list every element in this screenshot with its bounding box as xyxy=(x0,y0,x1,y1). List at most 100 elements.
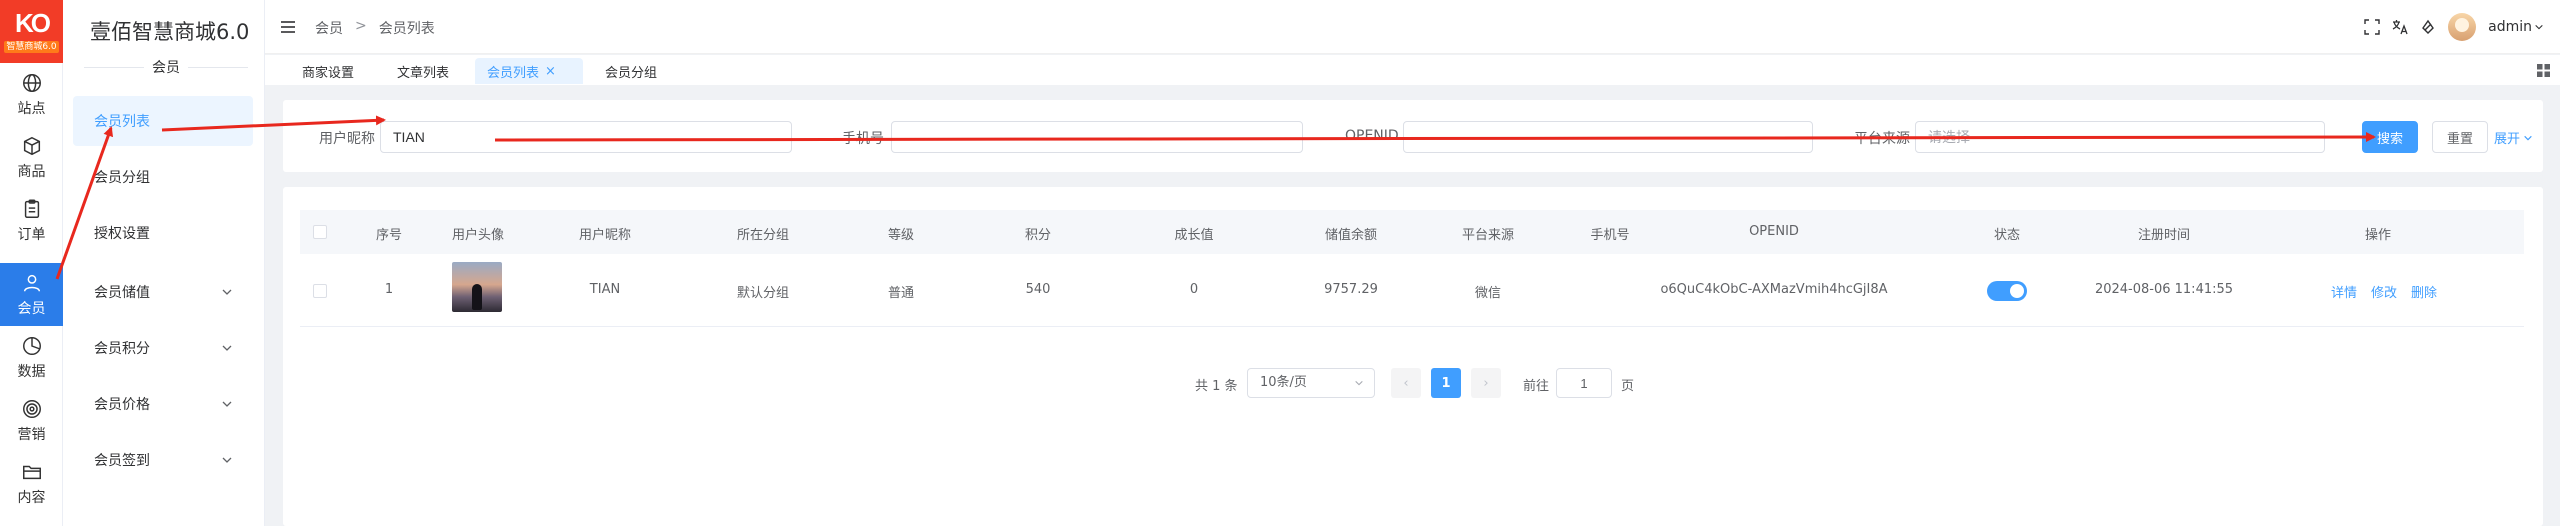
phone-input[interactable] xyxy=(891,121,1303,153)
page-size-select[interactable]: 10条/页 xyxy=(1247,368,1375,398)
close-icon[interactable]: × xyxy=(545,64,556,79)
cell-index: 1 xyxy=(384,282,394,297)
menu-item-member-group[interactable]: 会员分组 xyxy=(73,152,253,202)
nickname-input[interactable] xyxy=(380,121,792,153)
menu-item-label: 会员列表 xyxy=(94,114,150,130)
select-all-checkbox[interactable] xyxy=(313,225,327,239)
reset-button[interactable]: 重置 xyxy=(2432,121,2488,153)
menu-heading: 会员 xyxy=(76,52,256,82)
logo-mark-icon: KO xyxy=(15,8,51,38)
chevron-down-icon xyxy=(222,289,232,295)
search-button[interactable]: 搜索 xyxy=(2362,121,2418,153)
pagination-total: 共 1 条 xyxy=(1195,379,1238,394)
rail-item-marketing[interactable]: 营销 xyxy=(0,389,63,452)
app-logo[interactable]: KO 智慧商城6.0 xyxy=(0,0,63,63)
expand-toggle[interactable]: 展开 xyxy=(2494,128,2533,147)
fullscreen-icon[interactable] xyxy=(2364,19,2380,35)
table-row: 1 TIAN 默认分组 普通 540 0 9757.29 微信 o6QuC4kO… xyxy=(300,254,2524,327)
rail-label: 订单 xyxy=(17,226,46,243)
next-page-button[interactable]: › xyxy=(1471,368,1501,398)
page-jump-input[interactable] xyxy=(1556,368,1612,398)
th-group: 所在分组 xyxy=(736,228,790,243)
menu-item-auth-settings[interactable]: 授权设置 xyxy=(73,208,253,258)
menu-item-label: 会员积分 xyxy=(94,341,150,357)
breadcrumb-separator: > xyxy=(355,18,367,34)
delete-link[interactable]: 删除 xyxy=(2411,282,2437,301)
th-phone: 手机号 xyxy=(1590,228,1630,243)
clipboard-icon xyxy=(24,199,39,218)
avatar[interactable] xyxy=(2448,13,2477,41)
box-icon xyxy=(23,136,40,155)
rail-label: 内容 xyxy=(17,489,46,506)
source-select[interactable] xyxy=(1915,121,2325,153)
chevron-down-icon xyxy=(2524,135,2532,140)
user-avatar-image[interactable] xyxy=(452,262,502,312)
menu-item-member-checkin[interactable]: 会员签到 xyxy=(73,435,253,485)
theme-icon[interactable] xyxy=(2420,19,2436,35)
translate-icon[interactable] xyxy=(2392,19,2408,35)
nickname-label: 用户昵称 xyxy=(319,131,375,147)
chevron-down-icon xyxy=(222,401,232,407)
cell-group: 默认分组 xyxy=(736,286,790,301)
rail-item-members[interactable]: 会员 xyxy=(0,263,63,326)
status-toggle[interactable] xyxy=(1987,281,2027,301)
th-registered: 注册时间 xyxy=(2137,228,2191,243)
menu-item-label: 授权设置 xyxy=(94,226,150,242)
th-openid: OPENID xyxy=(1749,224,1799,239)
page-button-current[interactable]: 1 xyxy=(1431,368,1461,398)
detail-link[interactable]: 详情 xyxy=(2331,282,2357,301)
top-header: 会员 > 会员列表 admin xyxy=(265,0,2560,54)
target-icon xyxy=(22,399,41,418)
menu-item-member-list[interactable]: 会员列表 xyxy=(73,96,253,146)
hamburger-menu-icon[interactable] xyxy=(280,19,296,35)
tab-merchant-settings[interactable]: 商家设置 xyxy=(290,58,366,84)
cell-balance: 9757.29 xyxy=(1324,282,1378,297)
page-unit-label: 页 xyxy=(1621,379,1635,394)
globe-icon xyxy=(22,73,41,92)
tab-article-list[interactable]: 文章列表 xyxy=(385,58,461,84)
brand-title: 壹佰智慧商城6.0 xyxy=(90,20,250,44)
avatar-figure xyxy=(472,284,482,310)
rail-item-goods[interactable]: 商品 xyxy=(0,126,63,189)
menu-item-member-deposit[interactable]: 会员储值 xyxy=(73,267,253,317)
menu-item-member-price[interactable]: 会员价格 xyxy=(73,379,253,429)
rail-item-site[interactable]: 站点 xyxy=(0,63,63,126)
cell-openid: o6QuC4kObC-AXMazVmih4hcGjI8A xyxy=(1660,282,1888,297)
th-balance: 储值余额 xyxy=(1324,228,1378,243)
menu-item-member-points[interactable]: 会员积分 xyxy=(73,323,253,373)
tab-member-list[interactable]: 会员列表 × xyxy=(475,58,583,84)
prev-page-button[interactable]: ‹ xyxy=(1391,368,1421,398)
th-level: 等级 xyxy=(887,228,915,243)
menu-item-label: 会员签到 xyxy=(94,453,150,469)
menu-item-label: 会员分组 xyxy=(94,170,150,186)
goto-label: 前往 xyxy=(1523,379,1550,394)
grid-icon[interactable] xyxy=(2537,64,2550,77)
breadcrumb-item[interactable]: 会员 xyxy=(315,18,343,38)
rail-label: 会员 xyxy=(17,300,46,317)
row-checkbox[interactable] xyxy=(313,284,327,298)
rail-item-data[interactable]: 数据 xyxy=(0,326,63,389)
chevron-down-icon xyxy=(222,345,232,351)
breadcrumb: 会员 > 会员列表 xyxy=(315,18,435,38)
logo-badge: 智慧商城6.0 xyxy=(4,41,59,53)
menu-item-label: 会员储值 xyxy=(94,285,150,301)
openid-input[interactable] xyxy=(1403,121,1813,153)
rail-item-orders[interactable]: 订单 xyxy=(0,189,63,252)
tab-member-group[interactable]: 会员分组 xyxy=(593,58,669,84)
th-index: 序号 xyxy=(375,228,403,243)
menu-item-label: 会员价格 xyxy=(94,397,150,413)
phone-label: 手机号 xyxy=(842,131,884,147)
edit-link[interactable]: 修改 xyxy=(2371,282,2397,301)
th-actions: 操作 xyxy=(2364,228,2392,243)
pie-chart-icon xyxy=(22,336,41,355)
tab-label: 商家设置 xyxy=(302,65,355,81)
rail-label: 商品 xyxy=(17,163,46,180)
header-tools: admin xyxy=(2364,12,2544,42)
username: admin xyxy=(2488,19,2532,35)
user-dropdown[interactable]: admin xyxy=(2488,19,2544,35)
chevron-down-icon xyxy=(1355,380,1363,386)
icon-rail: KO 智慧商城6.0 站点 商品 订单 会员 数据 营销 内容 xyxy=(0,0,63,526)
rail-item-content[interactable]: 内容 xyxy=(0,452,63,515)
cell-level: 普通 xyxy=(887,286,915,301)
cell-source: 微信 xyxy=(1474,286,1502,301)
